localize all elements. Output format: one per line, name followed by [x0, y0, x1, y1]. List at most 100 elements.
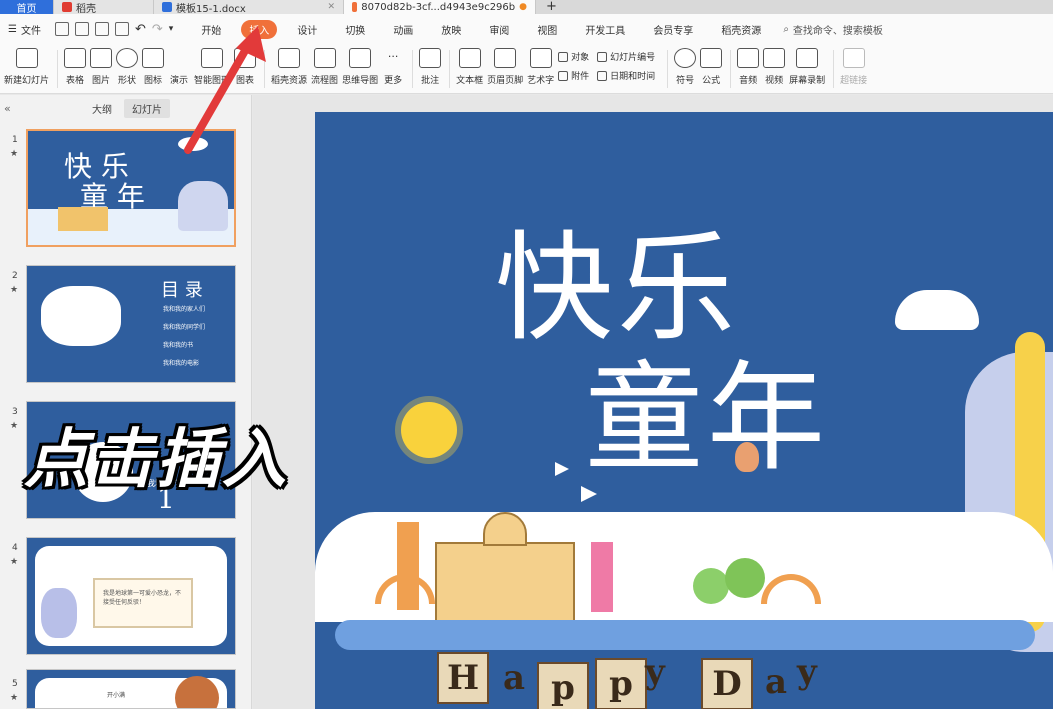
- picture-button[interactable]: 图片: [90, 44, 113, 86]
- print-preview-icon[interactable]: [114, 22, 129, 36]
- daoke-icon: [62, 2, 72, 12]
- school-building-decoration: [58, 207, 108, 231]
- happy-letter: a: [503, 658, 526, 698]
- happy-letter-tile: H: [437, 652, 489, 704]
- wordart-button[interactable]: 艺术字: [527, 44, 554, 86]
- menu-view[interactable]: 视图: [529, 20, 565, 39]
- tab-home-label: 首页: [16, 3, 37, 15]
- comment-label: 批注: [421, 76, 440, 86]
- toc-item: 我和我的同学们: [163, 324, 206, 331]
- shape-label: 形状: [118, 76, 137, 86]
- screen-record-button[interactable]: 屏幕录制: [789, 44, 825, 86]
- export-pdf-icon[interactable]: [74, 22, 89, 36]
- menu-transition[interactable]: 切换: [337, 20, 373, 39]
- toc-item: 我和我的电影: [163, 360, 200, 367]
- mindmap-button[interactable]: 思维导图: [342, 44, 378, 86]
- toc-item: 我和我的家人们: [163, 306, 206, 313]
- slide-thumbnail-4[interactable]: 我是地球第一可爱小恐龙，不接受任何反驳！: [26, 537, 236, 655]
- print-icon[interactable]: [94, 22, 109, 36]
- tab-outline[interactable]: 大纲: [84, 99, 120, 118]
- current-slide[interactable]: 快乐 童年 H a p p y D a y: [315, 112, 1053, 709]
- flowchart-icon: [313, 48, 336, 68]
- tab-slides[interactable]: 幻灯片: [124, 98, 170, 118]
- hamburger-icon: ☰: [8, 23, 17, 35]
- school-building-decoration: [435, 542, 575, 622]
- flowchart-button[interactable]: 流程图: [311, 44, 338, 86]
- shape-button[interactable]: 形状: [116, 44, 139, 86]
- icon-label: 图标: [144, 76, 163, 86]
- more-label: 更多: [384, 76, 403, 86]
- tab-ppt-active[interactable]: 8070d82b-3cf...d4943e9c296b ●: [344, 0, 536, 14]
- mindmap-label: 思维导图: [342, 76, 379, 86]
- header-footer-button[interactable]: 页眉页脚: [487, 44, 523, 86]
- video-label: 视频: [765, 76, 784, 86]
- file-menu[interactable]: ☰ 文件: [8, 22, 41, 37]
- menu-daoke-resources[interactable]: 稻壳资源: [713, 20, 769, 39]
- star-icon: ★: [10, 421, 19, 431]
- table-button[interactable]: 表格: [64, 44, 87, 86]
- slide-editing-canvas[interactable]: 快乐 童年 H a p p y D a y: [253, 95, 1053, 709]
- redo-icon[interactable]: ↷: [152, 22, 163, 37]
- screen-record-label: 屏幕录制: [789, 76, 826, 86]
- menu-design[interactable]: 设计: [289, 20, 325, 39]
- command-search-placeholder: 查找命令、搜索模板: [792, 25, 883, 37]
- slide-thumbnail-5[interactable]: 开小满: [26, 669, 236, 709]
- collapse-panel-icon[interactable]: «: [4, 102, 84, 115]
- more-button[interactable]: ··· 更多: [382, 44, 404, 86]
- audio-button[interactable]: 音频: [737, 44, 760, 86]
- hyperlink-label: 超链接: [840, 76, 868, 86]
- ribbon-divider: [57, 50, 59, 88]
- shape-icon: [116, 48, 139, 68]
- object-button[interactable]: 对象: [558, 50, 589, 63]
- textbox-icon: [458, 48, 481, 68]
- attachment-button[interactable]: 附件: [558, 69, 589, 82]
- paper-plane-decoration: [581, 486, 597, 502]
- undo-icon[interactable]: ↶: [135, 22, 146, 37]
- save-icon[interactable]: [54, 22, 69, 36]
- tab-doc[interactable]: 模板15-1.docx ✕: [154, 0, 344, 14]
- ribbon-divider: [449, 50, 451, 88]
- date-time-label: 日期和时间: [610, 72, 656, 82]
- tab-bar: 首页 稻壳 模板15-1.docx ✕ 8070d82b-3cf...d4943…: [0, 0, 1053, 14]
- icon-button[interactable]: 图标: [142, 44, 165, 86]
- formula-button[interactable]: 公式: [700, 44, 723, 86]
- slide-title-line2[interactable]: 童年: [585, 322, 829, 493]
- hyperlink-button[interactable]: 超链接: [840, 44, 867, 86]
- date-time-button[interactable]: 日期和时间: [597, 69, 655, 82]
- new-tab-button[interactable]: +: [536, 0, 567, 14]
- menu-review[interactable]: 审阅: [481, 20, 517, 39]
- tab-daoke[interactable]: 稻壳: [54, 0, 154, 14]
- slide-number-button[interactable]: 幻灯片编号: [597, 50, 655, 63]
- menu-member[interactable]: 会员专享: [645, 20, 701, 39]
- tree-decoration: [693, 568, 729, 604]
- ribbon-divider: [412, 50, 414, 88]
- ppt-icon: [352, 2, 358, 12]
- ribbon-divider: [667, 50, 669, 88]
- menu-animation[interactable]: 动画: [385, 20, 421, 39]
- pencil-decoration: [591, 542, 613, 612]
- menu-slideshow[interactable]: 放映: [433, 20, 469, 39]
- comment-button[interactable]: 批注: [419, 44, 442, 86]
- quick-access-toolbar: ↶ ↷ ▾: [54, 22, 173, 37]
- happy-letter: a: [765, 662, 788, 702]
- paper-plane-decoration: [555, 462, 569, 476]
- menu-developer[interactable]: 开发工具: [577, 20, 633, 39]
- tab-ppt-label: 8070d82b-3cf...d4943e9c296b: [361, 1, 516, 13]
- toc-item: 我和我的书: [163, 342, 194, 349]
- tab-home[interactable]: 首页: [0, 0, 54, 14]
- happy-letter-tile: p: [537, 662, 589, 709]
- symbol-button[interactable]: 符号: [674, 44, 697, 86]
- slide-thumbnail-2[interactable]: 目 录 我和我的家人们 我和我的同学们 我和我的书 我和我的电影: [26, 265, 236, 383]
- command-search[interactable]: ⌕ 查找命令、搜索模板: [783, 22, 883, 37]
- audio-label: 音频: [739, 76, 758, 86]
- thumb-note: 开小满: [107, 692, 126, 699]
- new-slide-button[interactable]: 新建幻灯片: [4, 44, 49, 86]
- textbox-button[interactable]: 文本框: [456, 44, 483, 86]
- slide-number: 5: [12, 679, 18, 689]
- close-icon[interactable]: ✕: [327, 2, 335, 12]
- tab-daoke-label: 稻壳: [76, 3, 96, 15]
- video-button[interactable]: 视频: [763, 44, 786, 86]
- file-menu-label: 文件: [20, 25, 41, 37]
- tab-doc-label: 模板15-1.docx: [176, 3, 246, 15]
- numbering-group: 幻灯片编号 日期和时间: [597, 44, 655, 82]
